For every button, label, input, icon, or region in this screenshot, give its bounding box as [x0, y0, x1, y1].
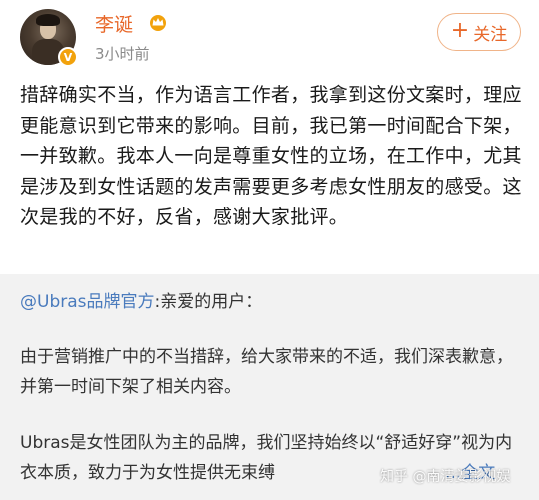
crown-icon [150, 15, 166, 31]
post-time: 3小时前 [95, 45, 150, 63]
repost-paragraph-1: 由于营销推广中的不当措辞，给大家带来的不适，我们深表歉意，并第一时间下架了相关内… [20, 347, 513, 397]
post-text: 措辞确实不当，作为语言工作者，我拿到这份文案时，理应更能意识到它带来的影响。目前… [20, 84, 522, 228]
repost-intro: :亲爱的用户： [154, 292, 263, 312]
verified-badge-icon: V [58, 47, 78, 67]
follow-button[interactable]: + 关注 [437, 13, 521, 51]
follow-button-label: 关注 [473, 24, 508, 45]
watermark: 知乎 @南清姜影视娱 [380, 469, 511, 485]
mention-link[interactable]: @Ubras品牌官方 [20, 292, 155, 312]
post-header: V 李诞 3小时前 + 关注 [0, 0, 539, 70]
repost-intro-line: @Ubras品牌官方:亲爱的用户： [20, 287, 525, 317]
plus-icon: + [450, 18, 470, 43]
username[interactable]: 李诞 [95, 10, 133, 37]
avatar-hair [36, 14, 60, 26]
